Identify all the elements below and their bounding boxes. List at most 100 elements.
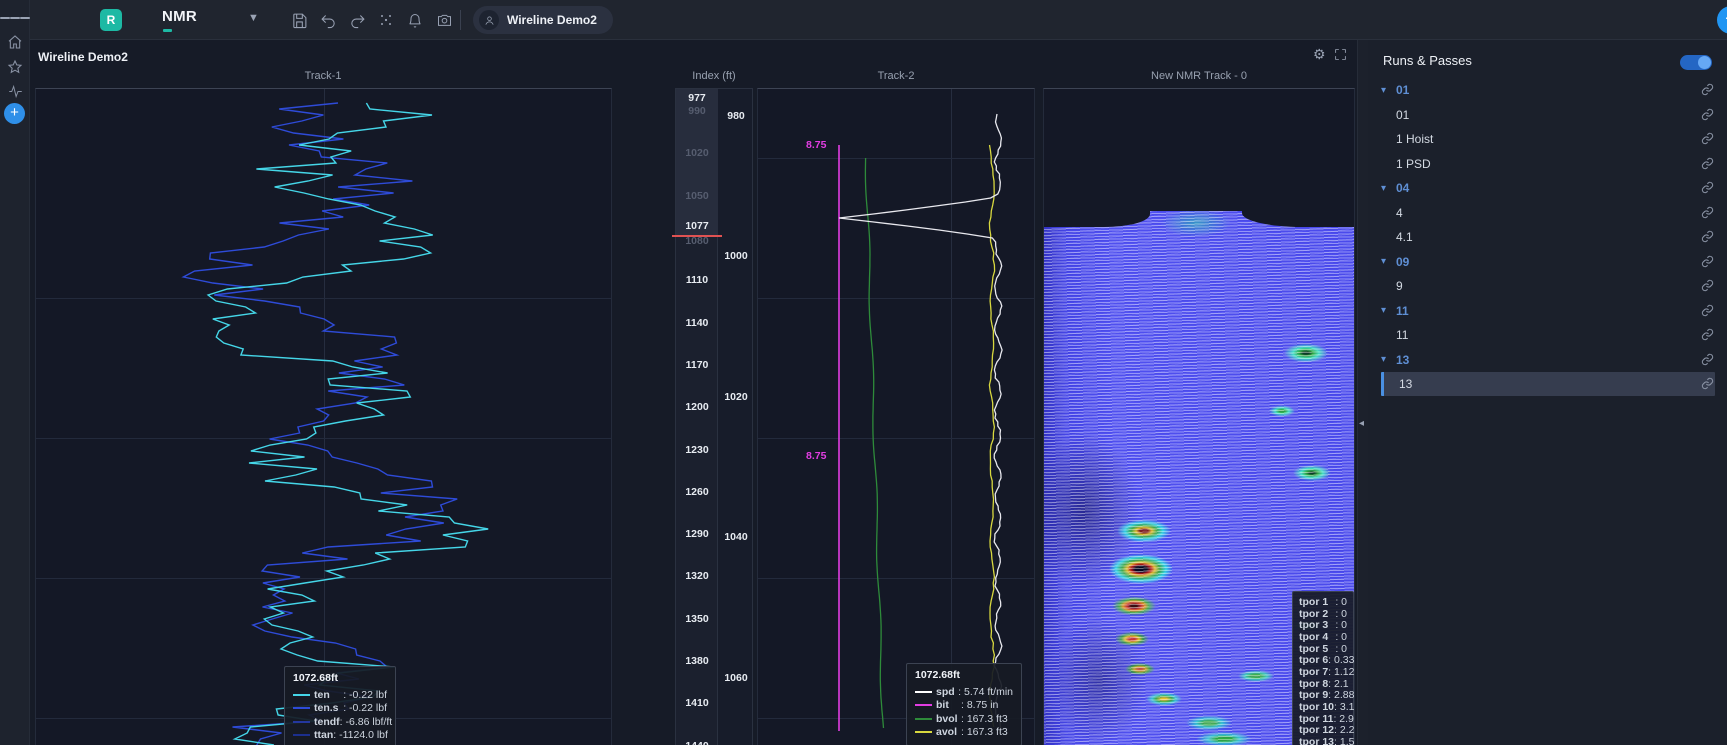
workspace-chip[interactable]: Wireline Demo2 <box>473 6 613 34</box>
link-icon[interactable] <box>1701 279 1715 293</box>
tooltip-row: tpor 12: 2.27 <box>1299 725 1347 737</box>
curve-value: : 5.74 ft/min <box>958 686 1013 698</box>
curve-value: : 0 <box>1335 619 1347 631</box>
link-icon[interactable] <box>1701 108 1715 122</box>
sidebar-collapse-strip[interactable]: ◂ <box>1357 40 1368 745</box>
tree-group-13[interactable]: ▾13 <box>1381 348 1715 372</box>
tree-item-01[interactable]: 01 <box>1381 103 1715 127</box>
link-icon[interactable] <box>1701 181 1715 195</box>
chevron-down-icon[interactable]: ▾ <box>1381 85 1396 96</box>
track2-plot[interactable]: 8.75 8.75 1072.68ft spd: 5.74 ft/minbit:… <box>757 88 1035 745</box>
tooltip-row: ttan: -1124.0 lbf <box>293 729 387 743</box>
index-tick: 1110 <box>676 274 718 286</box>
track1-plot[interactable]: 1072.68ft ten: -0.22 lbften.s: -0.22 lbf… <box>35 88 612 745</box>
link-icon[interactable] <box>1701 157 1715 171</box>
item-label: 13 <box>1399 377 1412 391</box>
runs-passes-toggle[interactable] <box>1680 55 1712 70</box>
top-bar: R NMR ▼ Wireline Demo2 + <box>30 0 1727 40</box>
tooltip-row: tpor 4: 0 <box>1299 631 1347 643</box>
bell-icon[interactable] <box>404 10 426 30</box>
link-icon[interactable] <box>1701 255 1715 269</box>
tree-item-4[interactable]: 4 <box>1381 201 1715 225</box>
tree-item-1-psd[interactable]: 1 PSD <box>1381 152 1715 176</box>
tree-item-1-hoist[interactable]: 1 Hoist <box>1381 127 1715 151</box>
tooltip-row: ten.s: -0.22 lbf <box>293 702 387 716</box>
item-label: 01 <box>1396 108 1409 122</box>
index-right-tick: 1000 <box>718 250 754 262</box>
save-icon[interactable] <box>288 10 310 30</box>
curve-value: : -6.86 lbf/ft <box>340 716 393 728</box>
chevron-down-icon[interactable]: ▾ <box>1381 305 1396 316</box>
tooltip-row: ten: -0.22 lbf <box>293 688 387 702</box>
title-dropdown-caret[interactable]: ▼ <box>248 12 259 24</box>
track1-curves <box>36 89 613 745</box>
tree-item-11[interactable]: 11 <box>1381 323 1715 347</box>
link-icon[interactable] <box>1701 83 1715 97</box>
tooltip-depth: 1072.68ft <box>915 669 1013 681</box>
curve-name: bit <box>936 699 961 711</box>
curve-name: ten.s <box>314 702 343 714</box>
chevron-down-icon[interactable]: ▾ <box>1381 354 1396 365</box>
tree-item-13[interactable]: 13 <box>1381 372 1715 396</box>
app-root: + R NMR ▼ Wireline Demo2 + Wireline Demo… <box>0 0 1727 745</box>
curve-value: : 167.3 ft3 <box>961 726 1008 738</box>
nmr-track-title: New NMR Track - 0 <box>1151 70 1247 82</box>
index-tick: 1170 <box>676 359 718 371</box>
link-icon[interactable] <box>1701 304 1715 318</box>
tree-item-9[interactable]: 9 <box>1381 274 1715 298</box>
gear-icon[interactable]: ⚙ <box>1313 46 1326 63</box>
index-tick: 1410 <box>676 697 718 709</box>
undo-icon[interactable] <box>317 10 339 30</box>
link-icon[interactable] <box>1701 353 1715 367</box>
chevron-down-icon[interactable]: ▾ <box>1381 256 1396 267</box>
curve-swatch <box>915 691 932 693</box>
track1-title: Track-1 <box>305 70 342 82</box>
tooltip-row: tpor 11: 2.91 <box>1299 713 1347 725</box>
link-icon[interactable] <box>1701 230 1715 244</box>
tooltip-row: tpor 7: 1.12 <box>1299 666 1347 678</box>
curve-value: : 0.33 <box>1328 654 1354 666</box>
track2-title: Track-2 <box>878 70 915 82</box>
link-icon[interactable] <box>1701 206 1715 220</box>
redo-icon[interactable] <box>346 10 368 30</box>
tooltip-row: bvol: 167.3 ft3 <box>915 712 1013 726</box>
menu-icon[interactable] <box>0 6 30 30</box>
link-icon[interactable] <box>1701 328 1715 342</box>
nmr-track-plot[interactable]: tpor 1: 0tpor 2: 0tpor 3: 0tpor 4: 0tpor… <box>1043 88 1355 745</box>
curve-name: tpor 8 <box>1299 678 1328 690</box>
tree-group-11[interactable]: ▾11 <box>1381 299 1715 323</box>
log-curve <box>208 103 488 745</box>
add-button[interactable]: + <box>1717 6 1727 34</box>
tree-item-4.1[interactable]: 4.1 <box>1381 225 1715 249</box>
fullscreen-icon[interactable] <box>1334 48 1347 64</box>
item-label: 9 <box>1396 279 1403 293</box>
home-icon[interactable] <box>0 30 30 54</box>
link-icon[interactable] <box>1701 132 1715 146</box>
curve-value: : 2.1 <box>1328 678 1348 690</box>
spark-icon[interactable] <box>375 10 397 30</box>
tooltip-row: tpor 3: 0 <box>1299 619 1347 631</box>
rail-add-button[interactable]: + <box>4 103 25 124</box>
index-left-scale <box>676 89 718 745</box>
curve-name: tendf <box>314 716 340 728</box>
tree-group-04[interactable]: ▾04 <box>1381 176 1715 200</box>
title-underline <box>163 29 172 32</box>
curve-value: : 167.3 ft3 <box>961 713 1008 725</box>
curve-value: : 8.75 in <box>961 699 998 711</box>
depth-index-track[interactable]: 9779901020105010771080111011401170120012… <box>675 88 753 745</box>
tree-group-01[interactable]: ▾01 <box>1381 78 1715 102</box>
link-icon[interactable] <box>1701 377 1715 391</box>
group-label: 04 <box>1396 181 1409 195</box>
toggle-knob <box>1698 56 1711 69</box>
collapse-arrow-icon[interactable]: ◂ <box>1359 418 1364 429</box>
curve-name: tpor 5 <box>1299 643 1335 655</box>
workspace-label: Wireline Demo2 <box>507 13 597 27</box>
chevron-down-icon[interactable]: ▾ <box>1381 183 1396 194</box>
curve-name: ttan <box>314 729 333 741</box>
activity-icon[interactable] <box>0 79 30 103</box>
camera-icon[interactable] <box>433 10 455 30</box>
log-curve <box>865 158 883 728</box>
star-icon[interactable] <box>0 55 30 79</box>
tree-group-09[interactable]: ▾09 <box>1381 250 1715 274</box>
index-tick: 1440 <box>676 740 718 745</box>
